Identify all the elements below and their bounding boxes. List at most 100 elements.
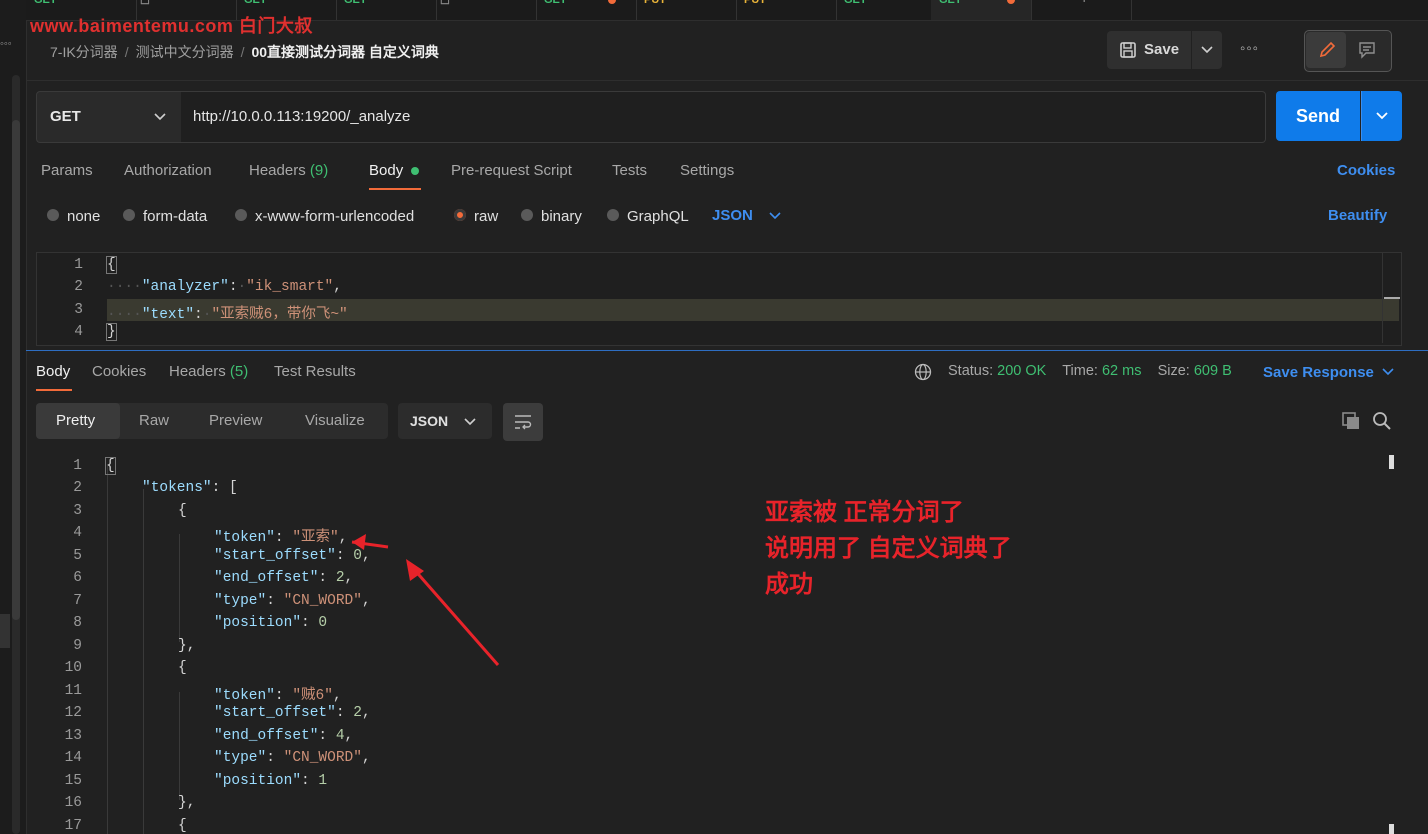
annotation-text: 亚索被 正常分词了 说明用了 自定义词典了 成功: [765, 495, 1012, 603]
response-tab-test-results[interactable]: Test Results: [274, 363, 356, 380]
globe-icon[interactable]: [914, 363, 932, 381]
request-tab[interactable]: GET: [336, 0, 437, 20]
status-label: Status:: [948, 363, 994, 379]
response-body-viewer[interactable]: 1 2 3 4 5 6 7 8 9 10 11 12 13 14 15 16 1…: [26, 452, 1428, 834]
view-tab-preview[interactable]: Preview: [209, 412, 262, 429]
more-options-icon[interactable]: ◦◦◦: [1240, 40, 1259, 57]
url-value: http://10.0.0.113:19200/_analyze: [193, 108, 411, 125]
code-brace: {: [106, 256, 117, 274]
save-icon: [1120, 42, 1136, 58]
radio-urlencoded-label[interactable]: x-www-form-urlencoded: [255, 208, 414, 225]
tab-tests[interactable]: Tests: [612, 162, 647, 179]
active-tab-underline: [369, 188, 421, 190]
sidebar-more-icon[interactable]: ◦◦◦: [0, 38, 12, 50]
chevron-down-icon[interactable]: [1382, 367, 1394, 377]
pencil-icon: [1319, 41, 1336, 58]
tab-settings[interactable]: Settings: [680, 162, 734, 179]
breadcrumb-item[interactable]: 测试中文分词器: [136, 44, 234, 60]
request-tab-active[interactable]: GET: [931, 0, 1032, 20]
request-tab[interactable]: GET: [536, 0, 637, 20]
method-select[interactable]: GET: [36, 91, 182, 143]
send-options-button[interactable]: [1361, 91, 1402, 141]
view-tab-raw[interactable]: Raw: [139, 412, 169, 429]
editor-scrollbar[interactable]: [1382, 253, 1383, 343]
view-tab-pretty[interactable]: Pretty: [56, 412, 95, 429]
indent-guide: [179, 692, 180, 800]
copy-icon[interactable]: [1341, 411, 1361, 431]
url-input[interactable]: http://10.0.0.113:19200/_analyze: [181, 91, 1266, 143]
save-options-button[interactable]: [1192, 31, 1222, 69]
response-tab-cookies[interactable]: Cookies: [92, 363, 146, 380]
radio-urlencoded[interactable]: [235, 209, 247, 221]
request-tab[interactable]: PUT: [736, 0, 837, 20]
radio-raw[interactable]: [454, 209, 466, 221]
radio-none[interactable]: [47, 209, 59, 221]
comments-icon[interactable]: [1357, 40, 1377, 60]
panel-divider[interactable]: [26, 350, 1428, 351]
new-tab-button[interactable]: +: [1031, 0, 1132, 20]
breadcrumb-item[interactable]: 7-IK分词器: [50, 44, 118, 60]
line-number: 10: [64, 660, 82, 676]
radio-graphql[interactable]: [607, 209, 619, 221]
body-format-select[interactable]: JSON: [712, 207, 753, 224]
save-button[interactable]: Save: [1107, 31, 1191, 69]
request-body-editor[interactable]: 1 2 3 4 { ····"analyzer":·"ik_smart", ··…: [36, 252, 1402, 346]
response-headers-count: (5): [229, 363, 249, 380]
page-title[interactable]: 00直接测试分词器 自定义词典: [251, 44, 438, 60]
tab-params[interactable]: Params: [41, 162, 93, 179]
response-scrollbar-bottom[interactable]: [1389, 824, 1394, 834]
save-response-button[interactable]: Save Response: [1263, 364, 1374, 381]
annotation-arrows: [351, 534, 500, 666]
response-tab-body[interactable]: Body: [36, 363, 70, 380]
wrap-lines-button[interactable]: [503, 403, 543, 441]
send-button[interactable]: Send: [1276, 91, 1360, 141]
chevron-down-icon: [1201, 46, 1213, 54]
chevron-down-icon: [154, 113, 166, 121]
status-value[interactable]: 200 OK: [997, 363, 1046, 379]
time-value[interactable]: 62 ms: [1102, 363, 1142, 379]
search-icon[interactable]: [1372, 411, 1392, 431]
line-number: 12: [64, 705, 82, 721]
watermark: www.baimentemu.com 白门大叔: [30, 16, 313, 36]
annotation-line: 亚索被 正常分词了: [765, 499, 964, 526]
radio-none-label[interactable]: none: [67, 208, 100, 225]
response-scrollbar-top[interactable]: [1389, 455, 1394, 469]
response-tab-headers[interactable]: Headers (5): [169, 363, 248, 380]
indent-guide: [107, 466, 108, 834]
request-tab[interactable]: ☐: [436, 0, 537, 20]
tab-pre-request-script[interactable]: Pre-request Script: [451, 162, 572, 179]
response-format-select[interactable]: JSON: [398, 403, 492, 439]
line-number: 1: [73, 458, 82, 474]
radio-form-data[interactable]: [123, 209, 135, 221]
view-tab-visualize[interactable]: Visualize: [305, 412, 365, 429]
wrap-lines-icon: [515, 415, 532, 430]
tab-body[interactable]: Body: [369, 162, 403, 179]
code-line: "end_offset": 2,: [214, 570, 354, 586]
size-value[interactable]: 609 B: [1194, 363, 1232, 379]
tab-authorization[interactable]: Authorization: [124, 162, 212, 179]
code-brace: },: [178, 795, 196, 811]
code-line: "token": "贼6",: [214, 688, 342, 704]
cookies-link[interactable]: Cookies: [1337, 162, 1395, 179]
sidebar-strip: [0, 0, 27, 834]
active-tab-underline: [36, 389, 72, 391]
line-number: 3: [73, 503, 82, 519]
chevron-down-icon[interactable]: [769, 211, 781, 221]
request-tab[interactable]: GET: [836, 0, 932, 20]
beautify-link[interactable]: Beautify: [1328, 207, 1387, 224]
radio-binary[interactable]: [521, 209, 533, 221]
radio-raw-label[interactable]: raw: [474, 208, 498, 225]
tab-headers[interactable]: Headers (9): [249, 162, 328, 179]
radio-binary-label[interactable]: binary: [541, 208, 582, 225]
sidebar-scroll-thumb[interactable]: [12, 120, 20, 620]
request-tab[interactable]: PUT: [636, 0, 737, 20]
edit-button[interactable]: [1306, 32, 1346, 68]
breadcrumb-separator: /: [240, 44, 245, 60]
line-number: 13: [64, 728, 82, 744]
code-brace: },: [178, 638, 196, 654]
radio-graphql-label[interactable]: GraphQL: [627, 208, 689, 225]
line-number: 6: [73, 570, 82, 586]
code-line: ····"analyzer":·"ik_smart",: [107, 279, 342, 295]
radio-form-data-label[interactable]: form-data: [143, 208, 207, 225]
sidebar-selected-marker: [0, 614, 10, 648]
